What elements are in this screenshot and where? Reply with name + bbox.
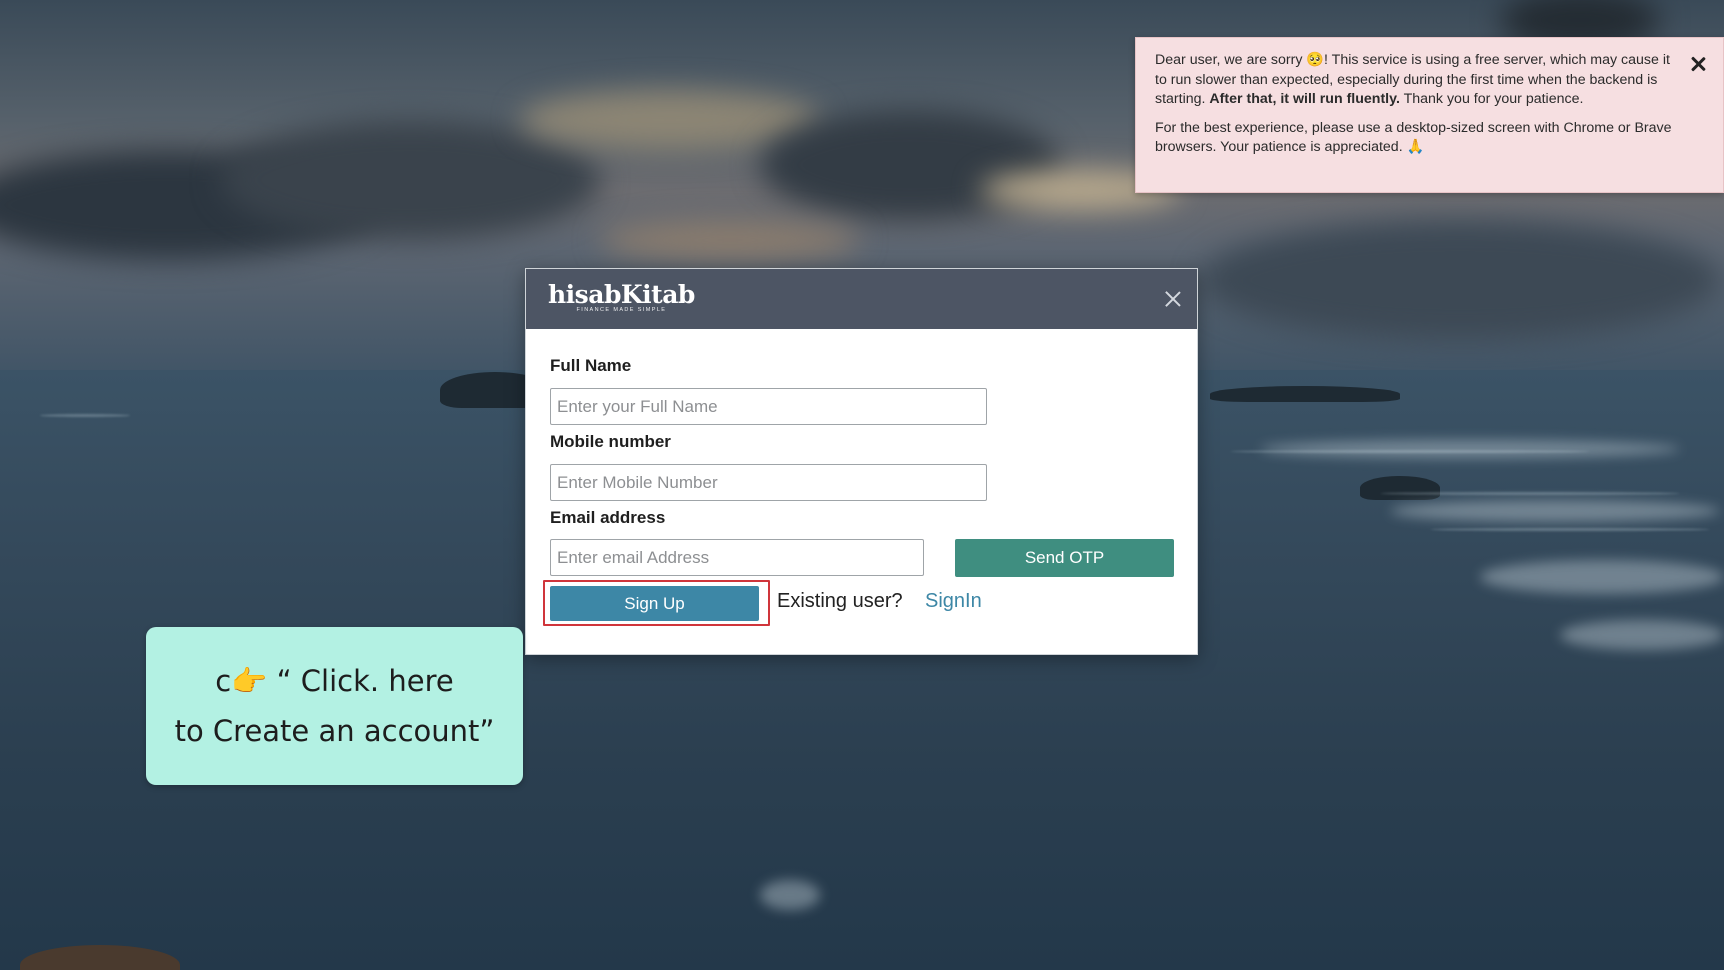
hisabkitab-logo: hisabKitab FINANCE MADE SIMPLE: [548, 280, 695, 314]
logo-tagline: FINANCE MADE SIMPLE: [576, 307, 667, 313]
modal-header: hisabKitab FINANCE MADE SIMPLE: [526, 269, 1197, 329]
cloud: [1200, 220, 1720, 340]
notice-paragraph-1: Dear user, we are sorry 🥺! This service …: [1155, 51, 1673, 110]
tutorial-callout: c👉 “ Click. here to Create an account”: [146, 627, 523, 785]
signin-link[interactable]: SignIn: [925, 590, 982, 613]
rock: [1210, 386, 1400, 402]
full-name-label: Full Name: [550, 356, 632, 375]
email-address-label: Email address: [550, 508, 666, 527]
signup-modal: hisabKitab FINANCE MADE SIMPLE Full Name…: [525, 268, 1198, 655]
callout-line-2: to Create an account”: [174, 714, 495, 748]
notice-paragraph-2: For the best experience, please use a de…: [1155, 119, 1672, 156]
rock: [1360, 476, 1440, 500]
signup-form: Full Name Mobile number Email address Se…: [526, 329, 1197, 656]
foam: [1560, 620, 1724, 650]
callout-line-1: c👉 “ Click. here: [215, 664, 454, 698]
wave: [40, 414, 130, 417]
notice-bold-text: After that, it will run fluently.: [1209, 91, 1400, 108]
foam: [760, 880, 820, 910]
existing-user-text: Existing user?: [777, 590, 903, 612]
server-notice: Dear user, we are sorry 🥺! This service …: [1135, 37, 1724, 193]
close-icon[interactable]: [1688, 54, 1708, 74]
wave: [1430, 528, 1710, 531]
email-input[interactable]: [550, 539, 924, 576]
mobile-number-label: Mobile number: [550, 432, 671, 451]
foam: [1480, 560, 1724, 594]
send-otp-button[interactable]: Send OTP: [955, 539, 1174, 577]
cloud: [220, 120, 600, 240]
logo-text: hisabKitab: [548, 280, 695, 309]
cloud: [600, 220, 860, 260]
notice-text: Thank you for your patience.: [1399, 91, 1584, 108]
signup-button[interactable]: Sign Up: [550, 586, 759, 621]
full-name-input[interactable]: [550, 388, 987, 425]
foam: [1260, 440, 1680, 458]
mobile-number-input[interactable]: [550, 464, 987, 501]
wave: [1380, 492, 1680, 495]
foam: [1390, 500, 1720, 522]
close-icon[interactable]: [1164, 290, 1182, 308]
